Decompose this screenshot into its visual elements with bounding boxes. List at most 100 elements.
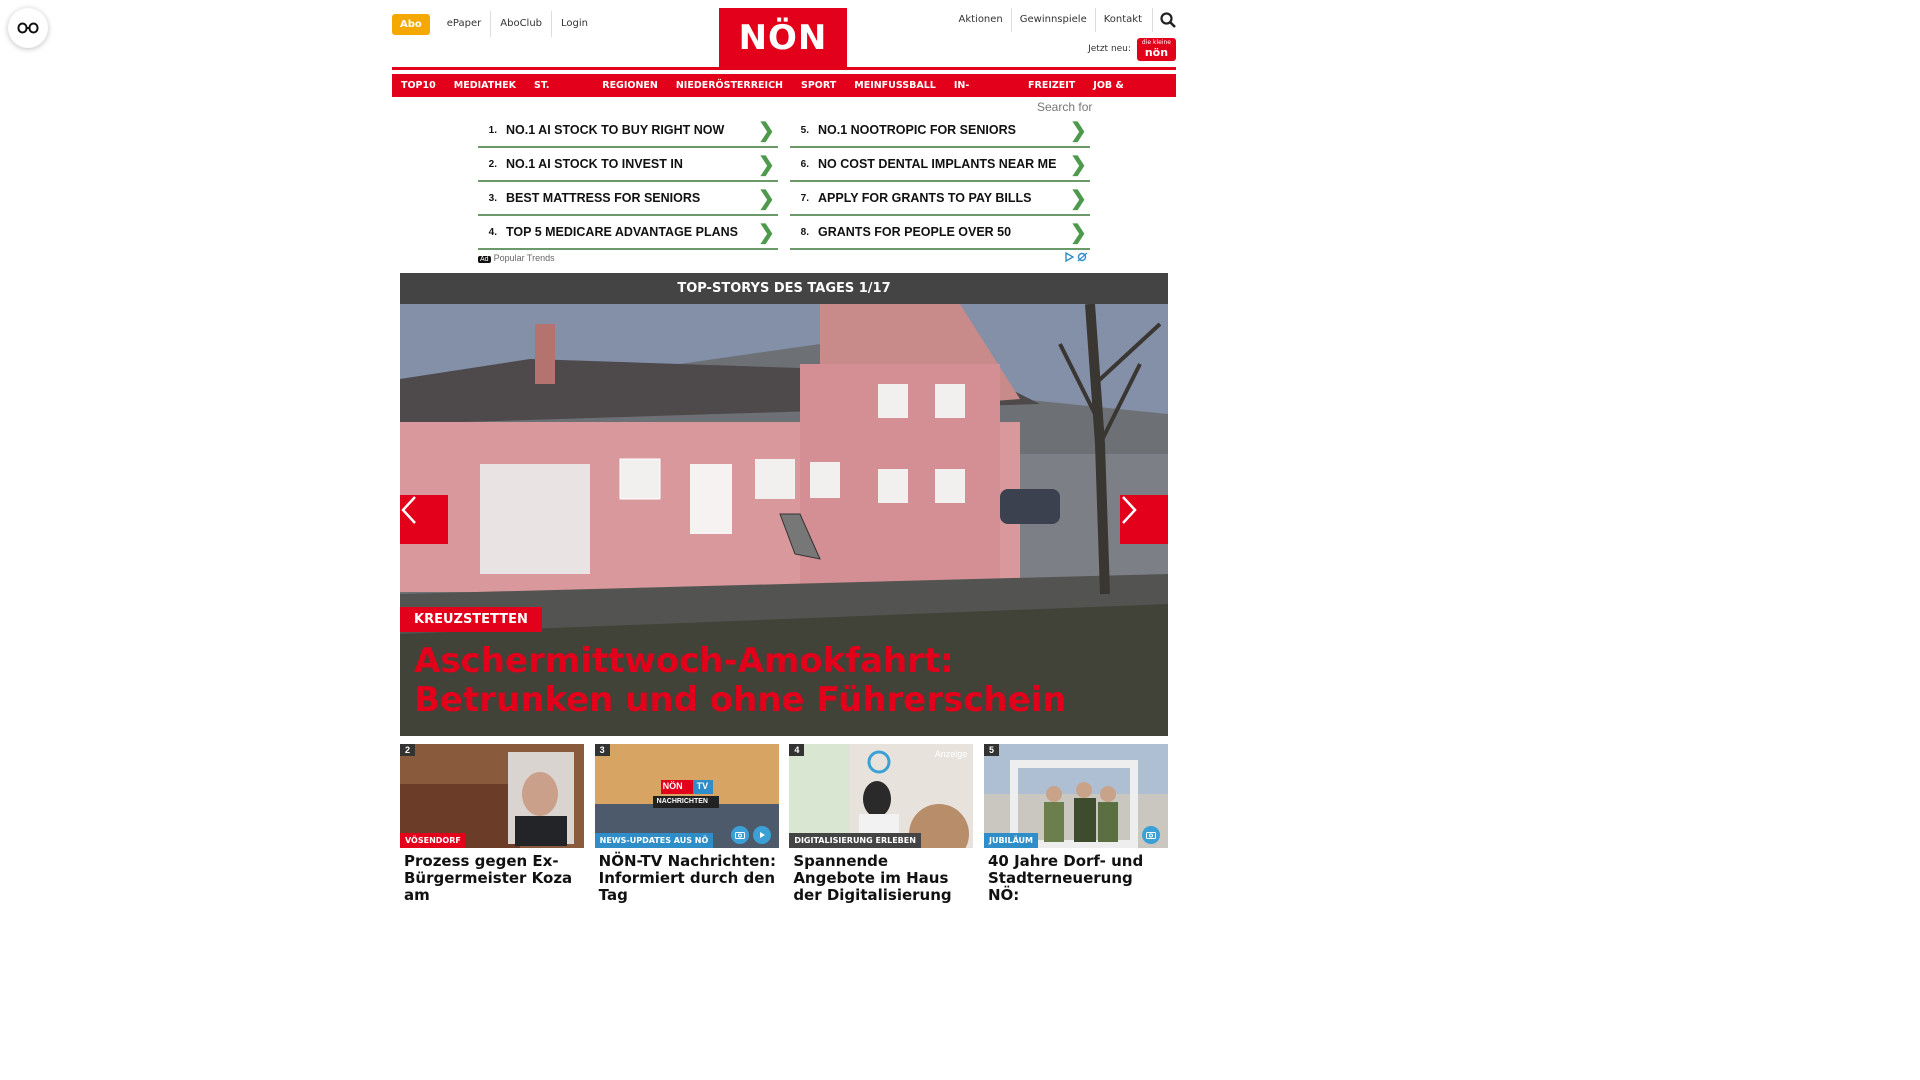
topstory-header: TOP-STORYS DES TAGES 1/17 xyxy=(400,273,1168,304)
header-divider xyxy=(392,67,1176,70)
topstory-title[interactable]: Aschermittwoch-Amokfahrt: Betrunken und … xyxy=(414,642,1154,720)
story-category[interactable]: VÖSENDORF xyxy=(400,833,466,848)
topstory-slide[interactable]: KREUZSTETTEN Aschermittwoch-Amokfahrt: B… xyxy=(400,304,1168,736)
ad-link[interactable]: 6. NO COST DENTAL IMPLANTS NEAR ME ❯ xyxy=(790,148,1090,182)
slider-next-button[interactable] xyxy=(1120,495,1168,544)
nav-st-poelten[interactable]: ST. PÖLTEN xyxy=(525,74,594,114)
camera-icon xyxy=(1141,826,1160,844)
ad-link[interactable]: 3. BEST MATTRESS FOR SENIORS ❯ xyxy=(478,182,778,216)
ad-link[interactable]: 8. GRANTS FOR PEOPLE OVER 50 ❯ xyxy=(790,216,1090,250)
jetzt-neu-label: Jetzt neu: xyxy=(1088,44,1131,55)
ad-number: 4. xyxy=(488,226,497,238)
kleine-noen-text: nön xyxy=(1144,45,1169,59)
kontakt-link[interactable]: Kontakt xyxy=(1094,8,1150,32)
chevron-left-icon xyxy=(401,496,416,524)
ad-link[interactable]: 4. TOP 5 MEDICARE ADVANTAGE PLANS ❯ xyxy=(478,216,778,250)
story-card[interactable]: NÖN TV NACHRICHTEN 3 NEWS-UPDATES AUS NÖ… xyxy=(594,744,779,904)
ad-column-left: 1. NO.1 AI STOCK TO BUY RIGHT NOW ❯ 2. NO.1… xyxy=(478,114,778,250)
story-card[interactable]: 5 JUBILÄUM 40 Jahre Dorf- und Stadterneu… xyxy=(983,744,1168,904)
topstory-category[interactable]: KREUZSTETTEN xyxy=(400,607,542,632)
nav-regionen[interactable]: REGIONEN xyxy=(593,74,667,97)
story-rank: 4 xyxy=(789,744,805,756)
story-title[interactable]: Spannende Angebote im Haus der Digitalis… xyxy=(789,853,973,904)
ad-text: NO.1 AI STOCK TO BUY RIGHT NOW xyxy=(506,123,725,137)
ad-text: GRANTS FOR PEOPLE OVER 50 xyxy=(818,225,1012,239)
slider-prev-button[interactable] xyxy=(400,495,448,544)
abo-button[interactable]: Abo xyxy=(392,13,430,35)
ad-source: Popular Trends xyxy=(493,253,555,263)
ad-text: APPLY FOR GRANTS TO PAY BILLS xyxy=(818,191,1032,205)
story-title[interactable]: Prozess gegen Ex-Bürgermeister Koza am xyxy=(400,853,584,904)
ad-number: 7. xyxy=(800,192,809,204)
ad-link[interactable]: 5. NO.1 NOOTROPIC FOR SENIORS ❯ xyxy=(790,114,1090,148)
adchoices-icon[interactable] xyxy=(1064,251,1090,264)
aboclub-link[interactable]: AboClub xyxy=(490,11,551,37)
chevron-right-icon: ❯ xyxy=(1070,221,1087,244)
story-rank: 3 xyxy=(594,744,610,756)
noen-tv-logo-caption: NACHRICHTEN xyxy=(656,798,708,805)
ad-link[interactable]: 7. APPLY FOR GRANTS TO PAY BILLS ❯ xyxy=(790,182,1090,216)
nav-meinfussball[interactable]: MEINFUSSBALL xyxy=(845,74,945,97)
story-cards: 2 VÖSENDORF Prozess gegen Ex-Bürgermeist… xyxy=(400,744,1168,904)
top-right-links: Aktionen Gewinnspiele Kontakt xyxy=(950,8,1176,32)
story-category[interactable]: NEWS-UPDATES AUS NÖ xyxy=(594,833,714,848)
noen-tv-logo-tv: TV xyxy=(696,781,709,791)
story-title[interactable]: 40 Jahre Dorf- und Stadterneuerung NÖ: xyxy=(984,853,1168,904)
noen-tv-logo-text: NÖN xyxy=(662,781,683,791)
story-card[interactable]: 2 VÖSENDORF Prozess gegen Ex-Bürgermeist… xyxy=(400,744,584,904)
chevron-right-icon: ❯ xyxy=(1070,153,1087,176)
story-category[interactable]: DIGITALISIERUNG ERLEBEN xyxy=(789,833,921,848)
nav-job-karriere[interactable]: JOB & KARRIERE xyxy=(1084,74,1176,114)
reader-mode-button[interactable] xyxy=(8,8,48,48)
ad-number: 3. xyxy=(488,192,497,204)
ad-number: 2. xyxy=(488,158,497,170)
site-logo[interactable]: NÖN xyxy=(719,8,847,68)
ad-link[interactable]: 1. NO.1 AI STOCK TO BUY RIGHT NOW ❯ xyxy=(478,114,778,148)
ad-text: NO.1 NOOTROPIC FOR SENIORS xyxy=(818,123,1016,137)
play-icon xyxy=(752,826,771,844)
story-ad-badge: Anzeige xyxy=(934,749,968,759)
chevron-right-icon xyxy=(1122,496,1137,524)
kleine-noen-badge[interactable]: die kleine nön xyxy=(1136,38,1176,61)
chevron-right-icon: ❯ xyxy=(1070,187,1087,210)
nav-top10[interactable]: TOP10 xyxy=(392,74,445,97)
nav-sport[interactable]: SPORT xyxy=(792,74,846,97)
ad-number: 1. xyxy=(488,124,497,136)
media-icons xyxy=(1138,826,1160,844)
nav-mediathek[interactable]: MEDIATHEK xyxy=(444,74,526,97)
ad-column-right: 5. NO.1 NOOTROPIC FOR SENIORS ❯ 6. NO COST … xyxy=(790,114,1090,250)
story-rank: 5 xyxy=(983,744,999,756)
chevron-right-icon: ❯ xyxy=(758,153,775,176)
chevron-right-icon: ❯ xyxy=(758,221,775,244)
jetzt-neu: Jetzt neu: die kleine nön xyxy=(1088,38,1176,61)
ad-footer: Ad Popular Trends xyxy=(478,251,1090,264)
ad-search-for-label: Search for xyxy=(1037,100,1093,114)
story-title[interactable]: NÖN-TV Nachrichten: Informiert durch den… xyxy=(595,853,779,904)
ad-link[interactable]: 2. NO.1 AI STOCK TO INVEST IN ❯ xyxy=(478,148,778,182)
nav-freizeit[interactable]: FREIZEIT xyxy=(1019,74,1085,97)
search-icon[interactable] xyxy=(1152,8,1176,32)
nav-niederoesterreich[interactable]: NIEDERÖSTERREICH xyxy=(666,74,792,97)
chevron-right-icon: ❯ xyxy=(1070,119,1087,142)
camera-icon xyxy=(730,826,749,844)
chevron-right-icon: ❯ xyxy=(758,187,775,210)
media-icons xyxy=(727,826,771,844)
main-nav: TOP10 MEDIATHEK ST. PÖLTEN REGIONEN NIED… xyxy=(392,74,1176,114)
glasses-icon xyxy=(17,22,39,34)
ad-label: Ad xyxy=(478,256,491,263)
gewinnspiele-link[interactable]: Gewinnspiele xyxy=(1010,8,1095,32)
ad-number: 6. xyxy=(800,158,809,170)
ad-block: 1. NO.1 AI STOCK TO BUY RIGHT NOW ❯ 2. NO.1… xyxy=(478,114,1090,264)
ad-number: 8. xyxy=(800,226,809,238)
story-category[interactable]: JUBILÄUM xyxy=(983,833,1039,848)
epaper-link[interactable]: ePaper xyxy=(438,11,490,37)
ad-text: NO.1 AI STOCK TO INVEST IN xyxy=(506,157,683,171)
ad-number: 5. xyxy=(800,124,809,136)
ad-text: TOP 5 MEDICARE ADVANTAGE PLANS xyxy=(506,225,738,239)
ad-text: BEST MATTRESS FOR SENIORS xyxy=(506,191,701,205)
aktionen-link[interactable]: Aktionen xyxy=(950,8,1010,32)
nav-in-ausland[interactable]: IN-AUSLAND xyxy=(944,74,1020,114)
top-left-links: Abo ePaper AboClub Login xyxy=(392,11,597,37)
login-link[interactable]: Login xyxy=(551,11,597,37)
story-card[interactable]: Anzeige 4 DIGITALISIERUNG ERLEBEN Spanne… xyxy=(789,744,974,904)
